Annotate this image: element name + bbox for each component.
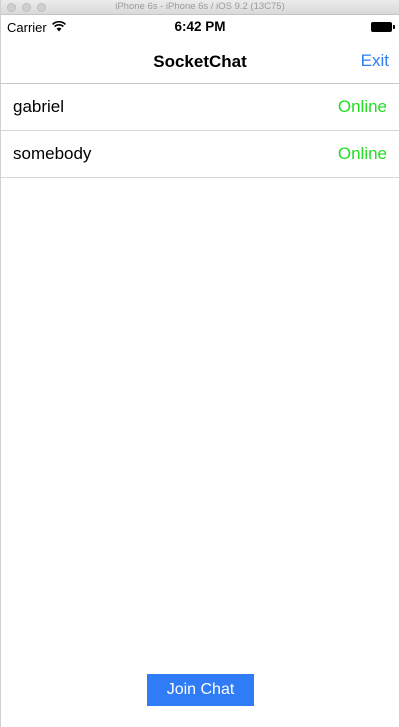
table-row[interactable]: gabriel Online: [1, 84, 399, 131]
simulator-title: iPhone 6s - iPhone 6s / iOS 9.2 (13C75): [115, 1, 285, 12]
user-name: somebody: [13, 144, 92, 163]
page-title: SocketChat: [153, 52, 247, 71]
status-time: 6:42 PM: [174, 19, 226, 34]
table-row[interactable]: somebody Online: [1, 131, 399, 178]
navigation-bar: SocketChat Exit: [1, 39, 399, 84]
status-bar: Carrier 6:42 PM: [1, 15, 399, 39]
user-name: gabriel: [13, 97, 65, 116]
exit-button[interactable]: Exit: [361, 51, 389, 71]
join-chat-button[interactable]: Join Chat: [147, 674, 254, 706]
user-status: Online: [337, 144, 387, 163]
simulator-window: iPhone 6s - iPhone 6s / iOS 9.2 (13C75) …: [0, 0, 400, 727]
user-status: Online: [337, 97, 387, 116]
simulator-titlebar: iPhone 6s - iPhone 6s / iOS 9.2 (13C75): [1, 0, 399, 15]
battery-icon: [371, 22, 395, 32]
users-table: gabriel Online somebody Online: [1, 84, 399, 178]
